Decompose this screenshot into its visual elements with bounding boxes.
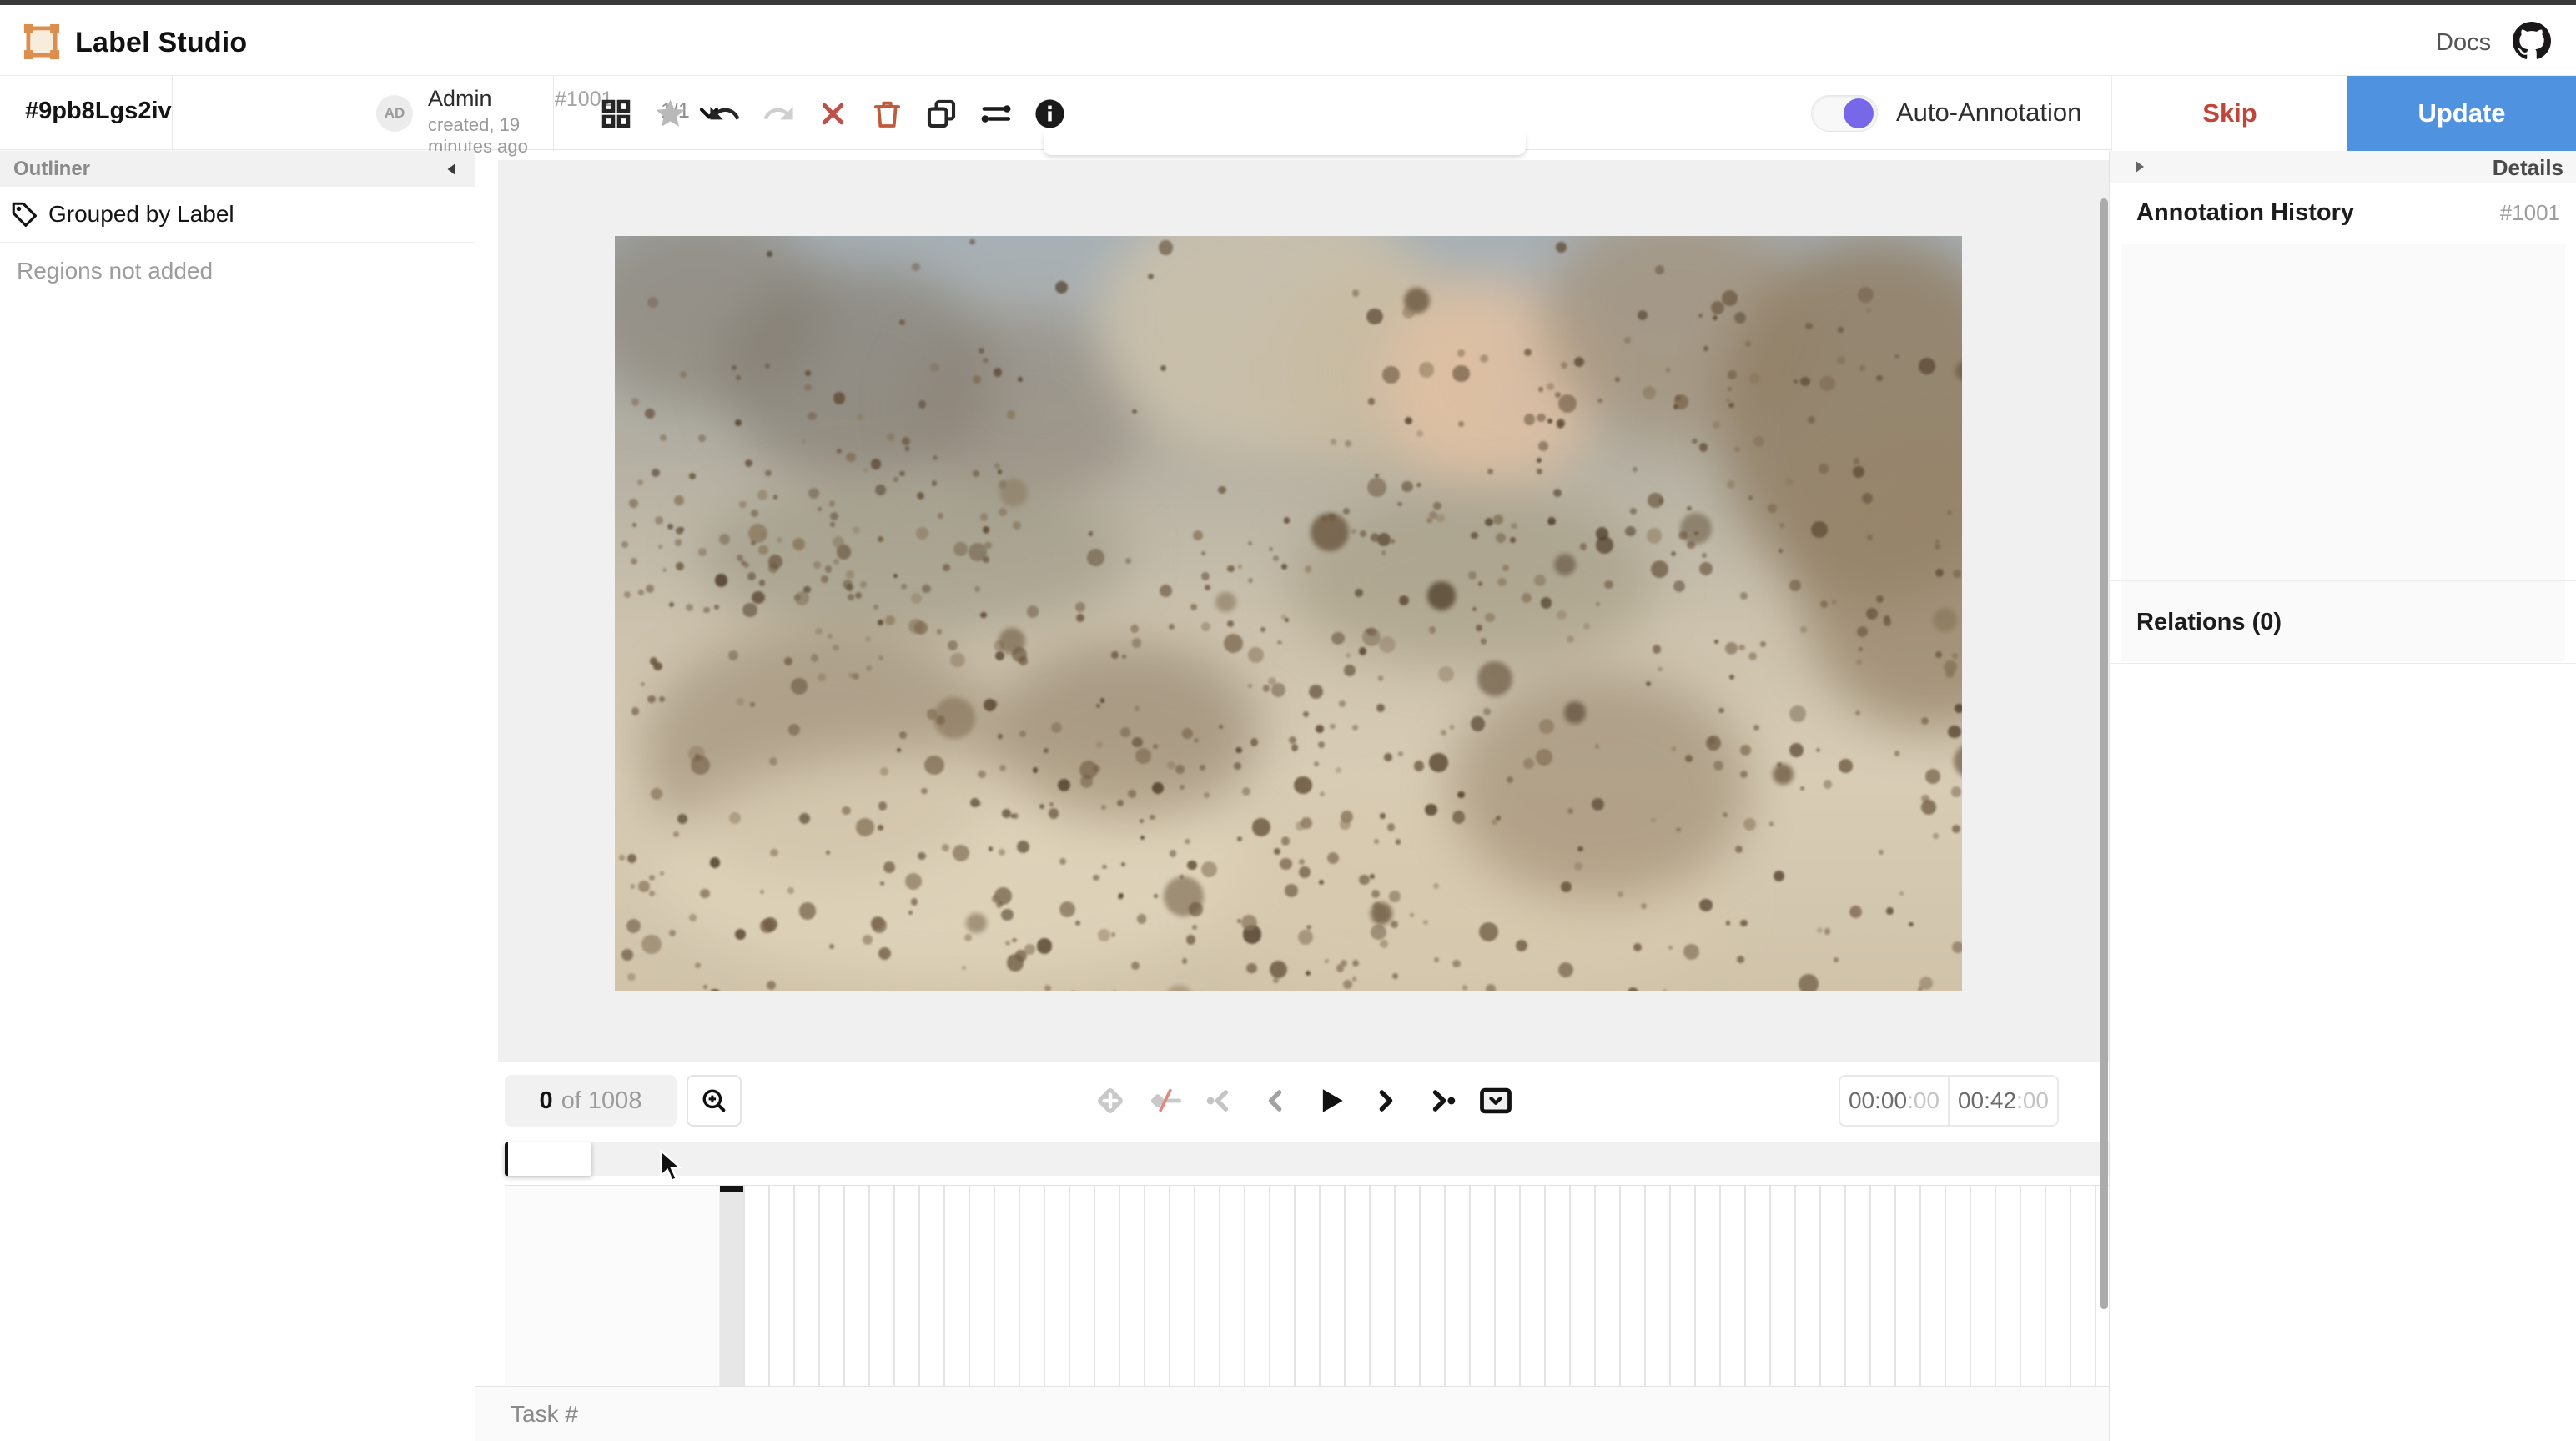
frame-total-label: of 1008	[561, 1087, 642, 1115]
timeline-grid[interactable]	[743, 1186, 2111, 1387]
docs-link[interactable]: Docs	[2436, 29, 2491, 57]
annotation-selector[interactable]: AD Admin #1001 created, 19 minutes ago 1…	[173, 76, 554, 151]
floating-toolbar-partial	[1044, 133, 1526, 155]
time-display: 00:00:00 00:42:00	[1839, 1075, 2059, 1127]
video-frame[interactable]	[615, 236, 1962, 991]
duplicate-icon[interactable]	[924, 97, 958, 131]
task-number-label: Task #	[511, 1401, 578, 1428]
grid-view-icon[interactable]	[599, 97, 633, 131]
group-by-selector[interactable]: Grouped by Label	[0, 187, 475, 243]
task-id-cell: #9pb8Lgs2iv	[0, 76, 173, 151]
time-total-frames: :00	[2016, 1087, 2049, 1114]
relations-header: Relations (0)	[2110, 580, 2576, 664]
app-header: Label Studio Docs	[0, 5, 2576, 75]
annotator-avatar: AD	[376, 95, 413, 132]
frame-counter[interactable]: 0 of 1008	[505, 1075, 677, 1127]
tag-icon	[10, 200, 38, 228]
prev-keypoint-icon[interactable]	[1202, 1082, 1239, 1119]
outliner-title: Outliner	[13, 158, 90, 181]
time-current-frames: :00	[1907, 1087, 1940, 1114]
label-studio-logo-icon	[23, 23, 60, 60]
update-button[interactable]: Update	[2347, 76, 2576, 151]
github-icon[interactable]	[2513, 22, 2551, 60]
next-keypoint-icon[interactable]	[1422, 1082, 1459, 1119]
annotation-history-title: Annotation History	[2136, 199, 2354, 227]
annotation-history-header: Annotation History #1001	[2110, 183, 2576, 242]
interpolation-icon[interactable]	[1147, 1082, 1184, 1119]
regions-empty-text: Regions not added	[17, 258, 213, 284]
time-current-main: 00:00	[1849, 1087, 1907, 1114]
prev-frame-icon[interactable]	[1257, 1082, 1294, 1119]
undo-icon[interactable]	[707, 97, 742, 131]
label-studio-app: Label Studio Docs #9pb8Lgs2iv AD Admin #…	[0, 0, 2576, 1441]
skip-button[interactable]: Skip	[2111, 76, 2347, 151]
relations-icon[interactable]	[979, 97, 1013, 131]
toolbar-actions	[599, 76, 1067, 151]
auto-annotation-label: Auto-Annotation	[1896, 98, 2081, 128]
playhead-cap	[720, 1186, 743, 1192]
collapse-left-icon[interactable]	[441, 158, 463, 180]
timeline-labels-column	[505, 1186, 720, 1387]
video-canvas	[498, 160, 2111, 1062]
timeline-playhead[interactable]	[720, 1186, 743, 1387]
star-icon[interactable]	[653, 97, 687, 131]
time-total: 00:42:00	[1949, 1075, 2059, 1127]
task-id: #9pb8Lgs2iv	[25, 98, 172, 125]
redo-icon[interactable]	[762, 97, 796, 131]
frames-timeline[interactable]	[505, 1185, 2111, 1386]
annotator-name: Admin	[428, 86, 492, 112]
expand-right-icon[interactable]	[2130, 157, 2150, 177]
group-by-label: Grouped by Label	[48, 201, 234, 228]
video-controls: 0 of 1008	[498, 1062, 2111, 1141]
toggle-knob	[1844, 98, 1874, 128]
time-total-main: 00:42	[1958, 1087, 2016, 1114]
next-frame-icon[interactable]	[1367, 1082, 1404, 1119]
overlay-toggle-icon[interactable]	[1477, 1082, 1514, 1119]
seek-minimap[interactable]	[505, 1142, 2111, 1176]
details-header: Details	[2110, 151, 2576, 183]
frame-current[interactable]: 0	[540, 1087, 553, 1115]
app-title: Label Studio	[75, 27, 247, 59]
vertical-scrollbar[interactable]	[2100, 198, 2108, 1309]
relations-title: Relations (0)	[2136, 609, 2282, 636]
auto-annotation-toggle[interactable]	[1811, 95, 1878, 132]
play-icon[interactable]	[1312, 1082, 1349, 1119]
details-title: Details	[2493, 155, 2563, 181]
zoom-in-icon	[700, 1087, 728, 1115]
delete-icon[interactable]	[870, 97, 904, 131]
time-current[interactable]: 00:00:00	[1839, 1075, 1949, 1127]
add-region-icon[interactable]	[1092, 1082, 1129, 1119]
seek-handle[interactable]	[505, 1142, 591, 1176]
details-panel: Details Annotation History #1001 Relatio…	[2109, 151, 2576, 1441]
reject-icon[interactable]	[816, 97, 850, 131]
info-icon[interactable]	[1033, 97, 1067, 131]
task-footer: Task #	[475, 1386, 2111, 1441]
outliner-panel: Outliner Grouped by Label Regions not ad…	[0, 151, 475, 1441]
zoom-button[interactable]	[687, 1075, 742, 1127]
annotation-history-id: #1001	[2500, 200, 2560, 226]
outliner-header: Outliner	[0, 151, 475, 187]
playback-controls	[1069, 1075, 1537, 1127]
